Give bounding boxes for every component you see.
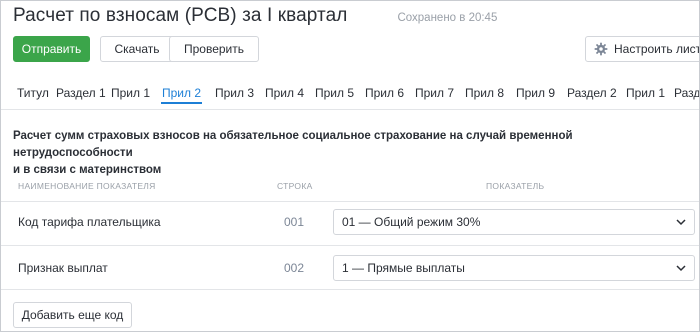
- row-label-payment-type: Признак выплат: [18, 261, 108, 275]
- tab-pril-1[interactable]: Прил 1: [111, 84, 150, 106]
- report-form-window: Расчет по взносам (РСВ) за I квартал Сох…: [0, 0, 700, 332]
- tabs-divider: [1, 109, 699, 110]
- sheet-tabs: Титул Раздел 1 Прил 1 Прил 2 Прил 3 Прил…: [1, 84, 699, 108]
- tab-pril-6[interactable]: Прил 6: [365, 84, 404, 106]
- section-title-line-1: Расчет сумм страховых взносов на обязате…: [13, 130, 573, 159]
- tab-pril-2[interactable]: Прил 2: [161, 84, 203, 106]
- column-header-line: СТРОКА: [277, 181, 313, 191]
- tab-pril-8[interactable]: Прил 8: [465, 84, 504, 106]
- payment-type-value: 1 — Прямые выплаты: [342, 261, 465, 275]
- tab-pril-7[interactable]: Прил 7: [415, 84, 454, 106]
- saved-status: Сохранено в 20:45: [397, 12, 498, 24]
- tab-razdel-1[interactable]: Раздел 1: [56, 84, 106, 106]
- section-title: Расчет сумм страховых взносов на обязате…: [13, 128, 653, 179]
- page-title: Расчет по взносам (РСВ) за I квартал: [13, 5, 348, 26]
- check-button[interactable]: Проверить: [169, 36, 259, 62]
- download-button[interactable]: Скачать: [100, 36, 174, 62]
- chevron-down-icon: [676, 219, 686, 226]
- table-divider: [1, 289, 699, 290]
- tab-titul[interactable]: Титул: [17, 84, 49, 106]
- gear-icon: [594, 42, 608, 56]
- tariff-code-select[interactable]: 01 — Общий режим 30%: [333, 209, 695, 235]
- tariff-code-value: 01 — Общий режим 30%: [342, 215, 481, 229]
- row-code-001: 001: [284, 215, 305, 229]
- payment-type-select[interactable]: 1 — Прямые выплаты: [333, 255, 695, 281]
- tab-pril-4[interactable]: Прил 4: [265, 84, 304, 106]
- add-code-button[interactable]: Добавить еще код: [13, 302, 132, 328]
- column-header-name: НАИМЕНОВАНИЕ ПОКАЗАТЕЛЯ: [18, 181, 156, 191]
- table-divider: [1, 245, 699, 246]
- tab-more[interactable]: Разде: [674, 84, 699, 106]
- table-divider: [1, 201, 699, 202]
- tab-razdel-2[interactable]: Раздел 2: [567, 84, 617, 106]
- section-title-line-2: и в связи с материнством: [13, 164, 162, 176]
- configure-sheets-button[interactable]: Настроить листы: [585, 36, 699, 62]
- tab-razdel-2-pril-1[interactable]: Прил 1: [626, 84, 665, 106]
- send-button[interactable]: Отправить: [13, 36, 90, 62]
- toolbar: Отправить Скачать Проверить Настроить ли…: [13, 36, 699, 62]
- configure-sheets-label: Настроить листы: [614, 42, 699, 56]
- tab-pril-5[interactable]: Прил 5: [315, 84, 354, 106]
- row-label-tariff-code: Код тарифа плательщика: [18, 215, 161, 229]
- active-tab-indicator: [161, 102, 203, 104]
- row-code-002: 002: [284, 261, 305, 275]
- tab-pril-3[interactable]: Прил 3: [215, 84, 254, 106]
- chevron-down-icon: [676, 265, 686, 272]
- header: Расчет по взносам (РСВ) за I квартал Сох…: [13, 5, 699, 29]
- tab-pril-9[interactable]: Прил 9: [516, 84, 555, 106]
- column-header-value: ПОКАЗАТЕЛЬ: [486, 181, 545, 191]
